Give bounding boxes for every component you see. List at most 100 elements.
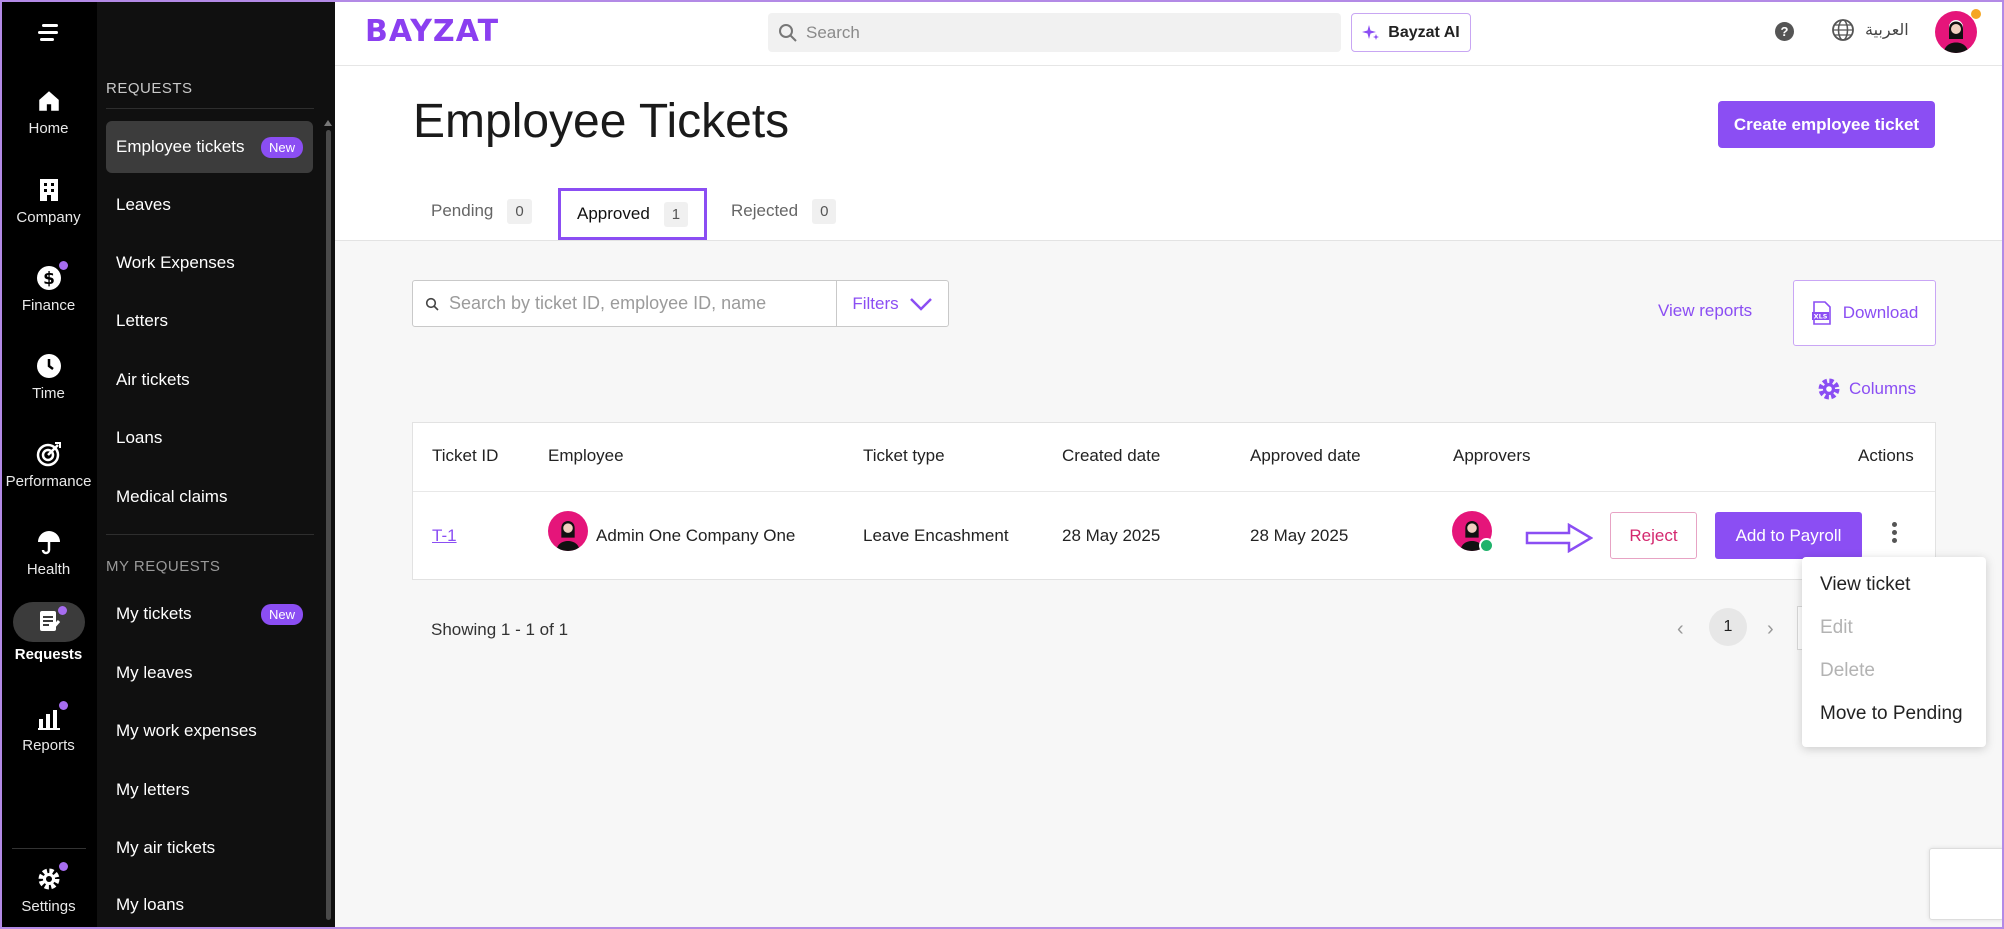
rail-item-requests[interactable]: Requests (0, 600, 97, 676)
more-actions-icon[interactable] (1887, 519, 1901, 549)
sidebar-item-letters[interactable]: Letters (106, 295, 313, 347)
tickets-panel: Filters View reports XLS Download Column… (335, 241, 2004, 929)
created-date: 28 May 2025 (1062, 526, 1161, 545)
scroll-up-arrow-icon[interactable] (324, 120, 332, 126)
column-header-approved-date[interactable]: Approved date (1250, 446, 1361, 466)
filters-label: Filters (852, 293, 899, 313)
rail-item-home[interactable]: Home (0, 78, 97, 148)
sidebar-item-my-loans[interactable]: My loans (106, 879, 313, 929)
ticket-search-input[interactable] (449, 293, 829, 314)
sidebar-scrollbar[interactable] (326, 130, 331, 920)
column-header-ticket-type[interactable]: Ticket type (863, 446, 945, 466)
menu-item-view-ticket[interactable]: View ticket (1820, 574, 1910, 596)
actions-dropdown-menu: View ticket Edit Delete Move to Pending (1802, 557, 1986, 747)
chevron-down-icon (909, 297, 933, 311)
columns-button[interactable]: Columns (1817, 377, 1916, 401)
pagination-next-icon[interactable]: › (1767, 618, 1774, 641)
hamburger-menu-icon[interactable] (34, 20, 64, 46)
column-header-employee[interactable]: Employee (548, 446, 624, 466)
reject-button[interactable]: Reject (1610, 512, 1697, 559)
rail-item-time[interactable]: Time (0, 343, 97, 413)
requests-icon (12, 602, 85, 642)
bayzat-ai-label: Bayzat AI (1388, 23, 1460, 41)
sidebar-item-label: My letters (116, 780, 190, 799)
view-reports-link[interactable]: View reports (1658, 301, 1752, 321)
sparkle-icon (1362, 24, 1380, 42)
ticket-id-link[interactable]: T-1 (432, 526, 457, 545)
menu-item-edit: Edit (1820, 617, 1853, 638)
rail-item-health[interactable]: Health (0, 519, 97, 589)
approved-date: 28 May 2025 (1250, 526, 1349, 545)
table-divider (413, 491, 1935, 492)
tab-count: 1 (663, 201, 689, 227)
tickets-table: Ticket ID Employee Ticket type Created d… (412, 422, 1936, 580)
arrow-right-icon (1525, 522, 1594, 558)
rail-label: Finance (21, 297, 76, 314)
pagination-prev-icon[interactable]: ‹ (1677, 618, 1684, 641)
recaptcha-badge[interactable] (1929, 848, 2004, 920)
bayzat-ai-button[interactable]: Bayzat AI (1351, 13, 1471, 52)
sidebar-item-my-air-tickets[interactable]: My air tickets (106, 822, 313, 874)
sidebar-item-my-work-expenses[interactable]: My work expenses (106, 705, 313, 757)
language-switcher[interactable]: العربية (1831, 18, 1909, 42)
columns-label: Columns (1849, 379, 1917, 398)
sidebar-item-air-tickets[interactable]: Air tickets (106, 354, 313, 406)
employee-avatar (548, 511, 588, 551)
sidebar-item-medical-claims[interactable]: Medical claims (106, 471, 313, 523)
sidebar-item-label: Leaves (116, 195, 171, 214)
sidebar-item-label: My tickets (116, 604, 192, 623)
global-search-input[interactable] (806, 22, 1306, 43)
help-icon[interactable]: ? (1775, 22, 1794, 41)
rail-divider (12, 848, 86, 849)
sidebar-item-my-letters[interactable]: My letters (106, 764, 313, 816)
tab-rejected[interactable]: Rejected 0 (731, 189, 837, 233)
sidebar-item-label: My leaves (116, 663, 193, 682)
sidebar-item-my-leaves[interactable]: My leaves (106, 647, 313, 699)
requests-sidebar: REQUESTS Employee tickets New Leaves Wor… (97, 0, 335, 929)
sidebar-item-loans[interactable]: Loans (106, 412, 313, 464)
target-icon (34, 439, 64, 469)
rail-label: Company (16, 209, 81, 226)
pagination-page[interactable]: 1 (1709, 608, 1747, 646)
add-to-payroll-button[interactable]: Add to Payroll (1715, 512, 1862, 559)
download-button[interactable]: XLS Download (1793, 280, 1936, 346)
tab-pending[interactable]: Pending 0 (431, 189, 532, 233)
avatar-status-dot (1971, 9, 1981, 19)
tab-approved[interactable]: Approved 1 (558, 188, 708, 240)
column-header-ticket-id[interactable]: Ticket ID (432, 446, 498, 466)
tab-label: Approved (577, 204, 650, 223)
user-avatar[interactable] (1935, 11, 1977, 53)
rail-label: Health (26, 561, 71, 578)
page-title: Employee Tickets (413, 95, 790, 148)
create-employee-ticket-button[interactable]: Create employee ticket (1718, 101, 1935, 148)
rail-item-finance[interactable]: $ Finance (0, 255, 97, 325)
sidebar-item-label: My loans (116, 895, 185, 914)
approved-check-icon (1479, 538, 1494, 553)
rail-item-performance[interactable]: Performance (0, 431, 97, 501)
page-header: Employee Tickets Create employee ticket … (335, 66, 2004, 241)
sidebar-item-label: Employee tickets (116, 137, 245, 156)
column-header-created-date[interactable]: Created date (1062, 446, 1160, 466)
notification-dot (58, 261, 68, 270)
dollar-icon: $ (34, 261, 68, 293)
primary-nav-rail: Home Company $ Finance Time Performance … (0, 0, 97, 929)
sidebar-item-work-expenses[interactable]: Work Expenses (106, 237, 313, 289)
global-search[interactable] (768, 13, 1341, 52)
rail-item-reports[interactable]: Reports (0, 695, 97, 765)
rail-item-settings[interactable]: Settings (0, 856, 97, 926)
sidebar-item-leaves[interactable]: Leaves (106, 179, 313, 231)
home-icon (34, 86, 64, 116)
column-header-actions: Actions (1858, 446, 1914, 465)
clock-icon (34, 351, 64, 381)
sidebar-divider (106, 534, 314, 535)
employee-name[interactable]: Admin One Company One (596, 526, 795, 546)
sidebar-item-my-tickets[interactable]: My tickets New (106, 588, 313, 640)
ticket-search[interactable]: Filters (412, 280, 949, 327)
rail-item-company[interactable]: Company (0, 167, 97, 237)
sidebar-item-label: Loans (116, 428, 163, 447)
sidebar-item-employee-tickets[interactable]: Employee tickets New (106, 121, 313, 173)
filters-button[interactable]: Filters (836, 281, 948, 326)
menu-item-move-to-pending[interactable]: Move to Pending (1820, 703, 1963, 725)
bayzat-logo[interactable]: BAYZAT (365, 14, 499, 49)
search-icon (425, 297, 439, 311)
